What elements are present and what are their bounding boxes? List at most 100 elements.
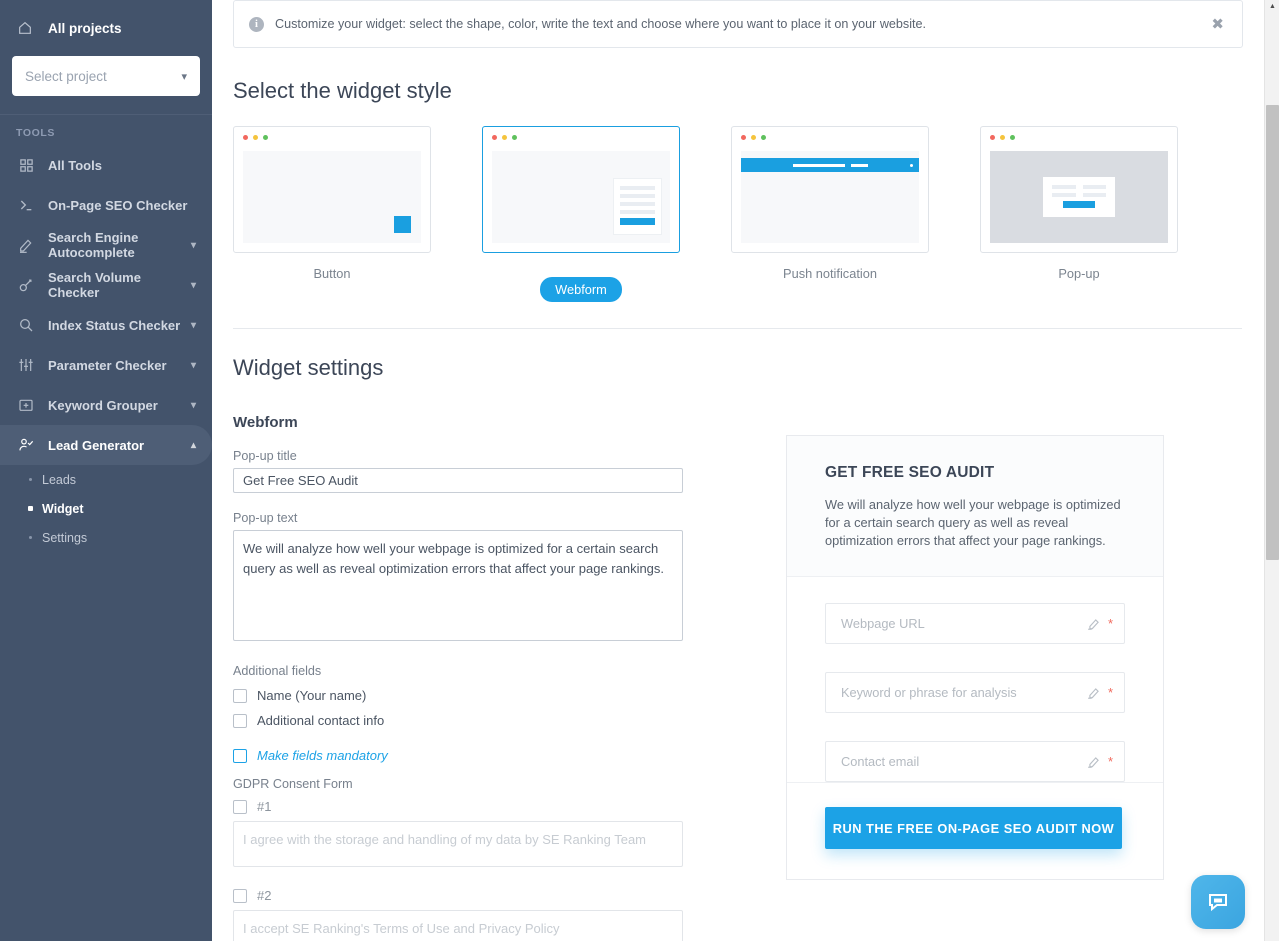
widget-style-label: Push notification [783, 266, 877, 281]
scrollbar-thumb[interactable] [1266, 105, 1279, 560]
widget-style-option-button[interactable]: Button [233, 126, 431, 302]
widget-style-option-push-notification[interactable]: Push notification [731, 126, 929, 302]
sidebar-item-lead-generator[interactable]: Lead Generator ▴ [0, 425, 212, 465]
folder-plus-icon [16, 396, 36, 414]
sidebar-subitem-label: Widget [42, 501, 84, 516]
browser-dots-icon [483, 127, 679, 140]
pencil-icon[interactable] [1087, 755, 1101, 769]
sidebar-all-projects[interactable]: All projects [0, 14, 212, 42]
close-icon[interactable]: ✖ [1207, 15, 1228, 34]
required-asterisk: * [1107, 685, 1113, 700]
sidebar-item-on-page-seo-checker[interactable]: On-Page SEO Checker [0, 185, 212, 225]
preview-field-keyword[interactable]: Keyword or phrase for analysis * [825, 672, 1125, 713]
checkbox-name-field[interactable] [233, 688, 247, 703]
sidebar-item-label: Search Engine Autocomplete [48, 230, 139, 260]
grid-icon [16, 156, 36, 174]
sidebar-all-projects-label: All projects [48, 20, 122, 36]
gdpr-item-2-row[interactable]: #2 [233, 888, 683, 903]
sidebar-item-keyword-grouper[interactable]: Keyword Grouper ▾ [0, 385, 212, 425]
sidebar-item-label: On-Page SEO Checker [48, 197, 188, 213]
popup-title-input[interactable] [233, 468, 683, 493]
browser-dots-icon [732, 127, 928, 140]
sidebar-item-parameter-checker[interactable]: Parameter Checker ▾ [0, 345, 212, 385]
widget-settings-subheading: Webform [233, 414, 298, 431]
pencil-icon[interactable] [1087, 686, 1101, 700]
chevron-down-icon: ▾ [190, 279, 196, 291]
settings-form: Pop-up title Pop-up text Additional fiel… [233, 431, 693, 941]
widget-style-option-pop-up[interactable]: Pop-up [980, 126, 1178, 302]
preview-fields: Webpage URL * Keyword or phrase for anal… [787, 576, 1163, 782]
widget-style-card-button[interactable] [233, 126, 431, 253]
sidebar-item-index-status-checker[interactable]: Index Status Checker ▾ [0, 305, 212, 345]
main-content: i Customize your widget: select the shap… [212, 0, 1279, 941]
preview-field-webpage-url[interactable]: Webpage URL * [825, 603, 1125, 644]
widget-style-cards: Button Webform Push notification Pop-up [233, 126, 1243, 302]
popup-title-label: Pop-up title [233, 449, 297, 463]
widget-settings-heading: Widget settings [233, 355, 384, 380]
sidebar-item-label: All Tools [48, 157, 102, 173]
scroll-up-arrow-icon[interactable]: ▲ [1265, 3, 1279, 10]
bullet-icon [29, 536, 32, 539]
project-select[interactable]: Select project ▾ [12, 56, 200, 96]
preview-field-placeholder: Contact email [841, 754, 920, 769]
widget-style-heading: Select the widget style [233, 78, 452, 103]
bullet-icon [28, 506, 33, 511]
gdpr-2-textarea[interactable] [233, 910, 683, 941]
make-fields-mandatory-label: Make fields mandatory [257, 748, 388, 763]
checkbox-gdpr-2[interactable] [233, 888, 247, 903]
sidebar-item-label: Lead Generator [48, 437, 145, 453]
mini-button-shape [394, 216, 411, 233]
widget-style-label-selected: Webform [540, 277, 622, 302]
widget-style-label: Button [313, 266, 351, 281]
card-preview-area [243, 151, 421, 243]
section-divider [233, 328, 1242, 329]
pencil-icon [16, 236, 36, 254]
magnifier-icon [16, 316, 36, 334]
required-asterisk: * [1107, 754, 1113, 769]
preview-field-contact-email[interactable]: Contact email * [825, 741, 1125, 782]
gdpr-item-label: #1 [257, 799, 272, 814]
additional-field-contact-row[interactable]: Additional contact info [233, 713, 683, 728]
run-audit-button[interactable]: RUN THE FREE ON-PAGE SEO AUDIT NOW [825, 807, 1122, 849]
checkbox-additional-contact-info[interactable] [233, 713, 247, 728]
sidebar-subitem-label: Leads [42, 472, 77, 487]
browser-dots-icon [234, 127, 430, 140]
checkbox-gdpr-1[interactable] [233, 799, 247, 814]
sidebar-item-search-volume-checker[interactable]: Search Volume Checker ▾ [0, 265, 212, 305]
gdpr-item-1-row[interactable]: #1 [233, 799, 683, 814]
browser-dots-icon [981, 127, 1177, 140]
sidebar-subitem-label: Settings [42, 530, 88, 545]
home-icon [16, 19, 34, 37]
widget-style-option-webform[interactable]: Webform [482, 126, 680, 302]
widget-style-card-webform[interactable] [482, 126, 680, 253]
mini-popup-shape [1043, 177, 1115, 217]
additional-field-name-row[interactable]: Name (Your name) [233, 688, 683, 703]
preview-header: GET FREE SEO AUDIT We will analyze how w… [787, 436, 1163, 576]
page-scrollbar[interactable]: ▲ [1264, 0, 1279, 941]
chat-bubble-icon [1209, 894, 1227, 912]
make-fields-mandatory-row[interactable]: Make fields mandatory [233, 748, 683, 763]
sidebar-item-label: Index Status Checker [48, 317, 181, 333]
preview-title: GET FREE SEO AUDIT [825, 464, 995, 481]
gdpr-1-textarea[interactable] [233, 821, 683, 867]
sidebar-tools-heading: TOOLS [16, 127, 55, 139]
popup-text-textarea[interactable] [233, 530, 683, 641]
sidebar-subitem-settings[interactable]: Settings [0, 523, 212, 552]
chevron-up-icon: ▴ [190, 439, 196, 451]
sidebar-item-search-engine-autocomplete[interactable]: Search Engine Autocomplete ▾ [0, 225, 212, 265]
checkbox-label: Additional contact info [257, 713, 385, 728]
sidebar-item-label: Keyword Grouper [48, 397, 158, 413]
sidebar-item-all-tools[interactable]: All Tools [0, 145, 212, 185]
settings-columns: Pop-up title Pop-up text Additional fiel… [233, 431, 1243, 941]
chat-widget-button[interactable] [1191, 875, 1245, 929]
checkbox-make-fields-mandatory[interactable] [233, 748, 247, 763]
card-preview-area [741, 151, 919, 243]
widget-style-label: Pop-up [1058, 266, 1100, 281]
sidebar-subitem-leads[interactable]: Leads [0, 465, 212, 494]
pencil-icon[interactable] [1087, 617, 1101, 631]
preview-footer: RUN THE FREE ON-PAGE SEO AUDIT NOW [787, 782, 1163, 879]
required-asterisk: * [1107, 616, 1113, 631]
widget-style-card-pop-up[interactable] [980, 126, 1178, 253]
widget-style-card-push-notification[interactable] [731, 126, 929, 253]
sidebar-subitem-widget[interactable]: Widget [0, 494, 212, 523]
